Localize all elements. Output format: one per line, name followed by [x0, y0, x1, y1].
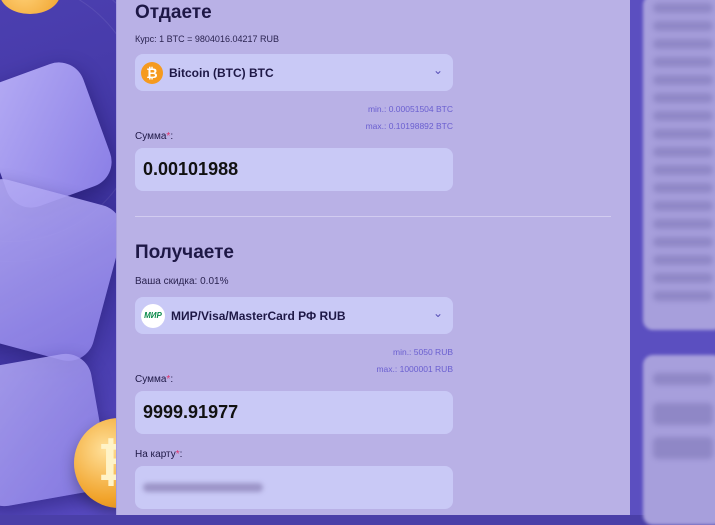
receive-amount-label: Сумма*:: [135, 374, 174, 385]
give-amount-input[interactable]: 0.00101988: [135, 148, 453, 191]
blurred-line: [653, 93, 713, 103]
blurred-line: [653, 437, 713, 459]
blurred-line: [653, 21, 713, 31]
blurred-line: [653, 129, 713, 139]
give-currency-select[interactable]: ₿ Bitcoin (BTC) BTC ⌄: [135, 54, 453, 91]
blurred-line: [653, 165, 713, 175]
bitcoin-icon: ₿: [141, 61, 163, 84]
give-max-limit: max.: 0.10198892 BTC: [365, 121, 453, 131]
blurred-sidebar-card: [643, 0, 715, 330]
blurred-line: [653, 403, 713, 425]
give-amount-label-text: Сумма: [135, 131, 167, 142]
chevron-down-icon: ⌄: [432, 63, 443, 77]
required-mark: *: [175, 449, 180, 460]
background-decoration: ₿: [0, 0, 120, 515]
blurred-line: [653, 373, 713, 385]
blurred-line: [653, 111, 713, 121]
blurred-card-number: [143, 483, 263, 492]
card-number-label-text: На карту: [135, 449, 176, 460]
give-currency-label: Bitcoin (BTC) BTC: [169, 65, 274, 80]
blurred-line: [653, 57, 713, 67]
receive-max-limit: max.: 1000001 RUB: [376, 364, 453, 374]
receive-currency-select[interactable]: МИР МИР/Visa/MasterCard РФ RUB ⌄: [135, 297, 453, 334]
blurred-line: [653, 75, 713, 85]
blurred-line: [653, 273, 713, 283]
mir-card-icon: МИР: [141, 303, 165, 328]
give-min-limit: min.: 0.00051504 BTC: [367, 104, 453, 114]
required-mark: *: [166, 131, 171, 142]
required-mark: *: [166, 374, 171, 385]
blurred-line: [653, 183, 713, 193]
receive-amount-label-text: Сумма: [135, 374, 167, 385]
receive-title: Получаете: [135, 242, 234, 263]
exchange-rate: Курс: 1 BTC = 9804016.04217 RUB: [135, 34, 279, 44]
receive-min-limit: min.: 5050 RUB: [393, 347, 453, 357]
blurred-line: [653, 255, 713, 265]
section-divider: [135, 216, 611, 217]
blurred-line: [653, 39, 713, 49]
give-title: Отдаете: [135, 2, 212, 23]
blurred-line: [653, 3, 713, 13]
blurred-line: [653, 237, 713, 247]
receive-currency-label: МИР/Visa/MasterCard РФ RUB: [171, 308, 346, 323]
discount-text: Ваша скидка: 0.01%: [135, 276, 229, 287]
receive-amount-input[interactable]: 9999.91977: [135, 391, 453, 434]
blurred-line: [653, 201, 713, 211]
exchange-form: Отдаете Курс: 1 BTC = 9804016.04217 RUB …: [116, 0, 632, 515]
chevron-down-icon: ⌄: [432, 306, 443, 320]
give-amount-label: Сумма*:: [135, 131, 174, 142]
blurred-line: [653, 219, 713, 229]
card-number-label: На карту*:: [135, 449, 183, 460]
blurred-line: [653, 291, 713, 301]
blurred-line: [653, 147, 713, 157]
blurred-sidebar-card: [643, 355, 715, 525]
card-number-input[interactable]: [135, 466, 453, 509]
